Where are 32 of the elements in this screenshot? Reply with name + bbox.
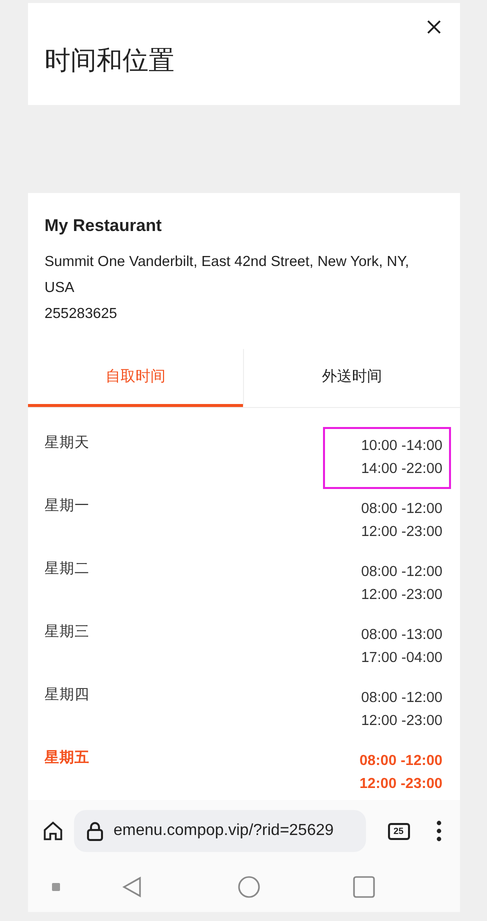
restaurant-address: Summit One Vanderbilt, East 42nd Street, New York, NY, USA xyxy=(44,253,410,298)
day-label: 星期一 xyxy=(44,497,90,516)
time-range: 10:00 -14:00 xyxy=(361,437,442,456)
time-range: 12:00 -23:00 xyxy=(359,775,442,794)
time-range: 08:00 -12:00 xyxy=(359,752,442,771)
day-label: 星期四 xyxy=(44,686,90,705)
time-range: 14:00 -22:00 xyxy=(361,460,442,479)
day-label: 星期五 xyxy=(44,748,90,768)
time-range: 12:00 -23:00 xyxy=(361,523,442,542)
lock-icon xyxy=(86,821,104,841)
back-icon[interactable] xyxy=(122,876,142,898)
home-circle-icon[interactable] xyxy=(238,876,260,898)
restaurant-phone: 255283625 xyxy=(44,305,118,324)
tab-count-button[interactable]: 25 xyxy=(388,822,410,840)
time-range: 08:00 -12:00 xyxy=(361,689,442,708)
more-icon[interactable] xyxy=(436,820,442,842)
time-range: 08:00 -12:00 xyxy=(361,563,442,582)
page-title: 时间和位置 xyxy=(44,45,176,77)
time-range: 08:00 -12:00 xyxy=(361,500,442,519)
close-icon[interactable] xyxy=(426,19,442,35)
restaurant-name: My Restaurant xyxy=(44,215,163,237)
url-field[interactable]: emenu.compop.vip/?rid=25629 xyxy=(74,810,366,852)
day-label: 星期三 xyxy=(44,623,90,642)
day-label: 星期天 xyxy=(44,434,90,453)
home-icon[interactable] xyxy=(42,820,64,842)
day-label: 星期二 xyxy=(44,560,90,579)
recents-icon[interactable] xyxy=(352,876,374,898)
time-range: 08:00 -13:00 xyxy=(361,626,442,645)
time-range: 12:00 -23:00 xyxy=(361,712,442,731)
time-range: 17:00 -04:00 xyxy=(361,649,442,668)
time-range: 12:00 -23:00 xyxy=(361,586,442,605)
hours-tab[interactable]: 外送时间 xyxy=(243,349,460,407)
